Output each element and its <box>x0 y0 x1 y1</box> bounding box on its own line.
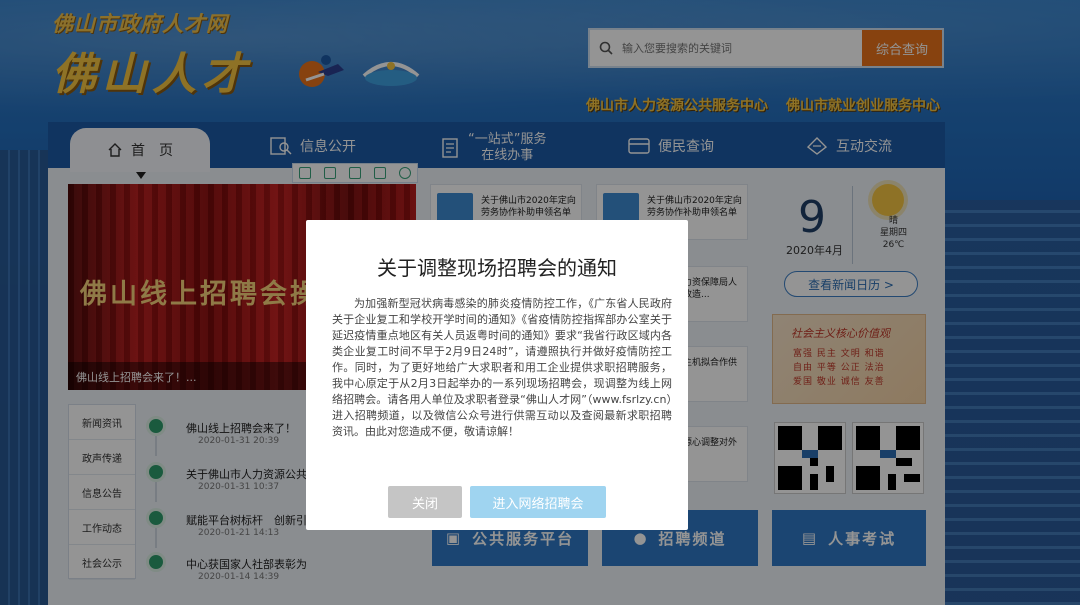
modal-title: 关于调整现场招聘会的通知 <box>377 256 617 280</box>
close-button[interactable]: 关闭 <box>388 486 462 518</box>
modal-body: 为加强新型冠状病毒感染的肺炎疫情防控工作，《广东省人民政府关于企业复工和学校开学… <box>332 297 672 438</box>
notice-modal: 关于调整现场招聘会的通知 为加强新型冠状病毒感染的肺炎疫情防控工作，《广东省人民… <box>306 220 688 530</box>
enter-online-fair-button[interactable]: 进入网络招聘会 <box>470 486 606 518</box>
